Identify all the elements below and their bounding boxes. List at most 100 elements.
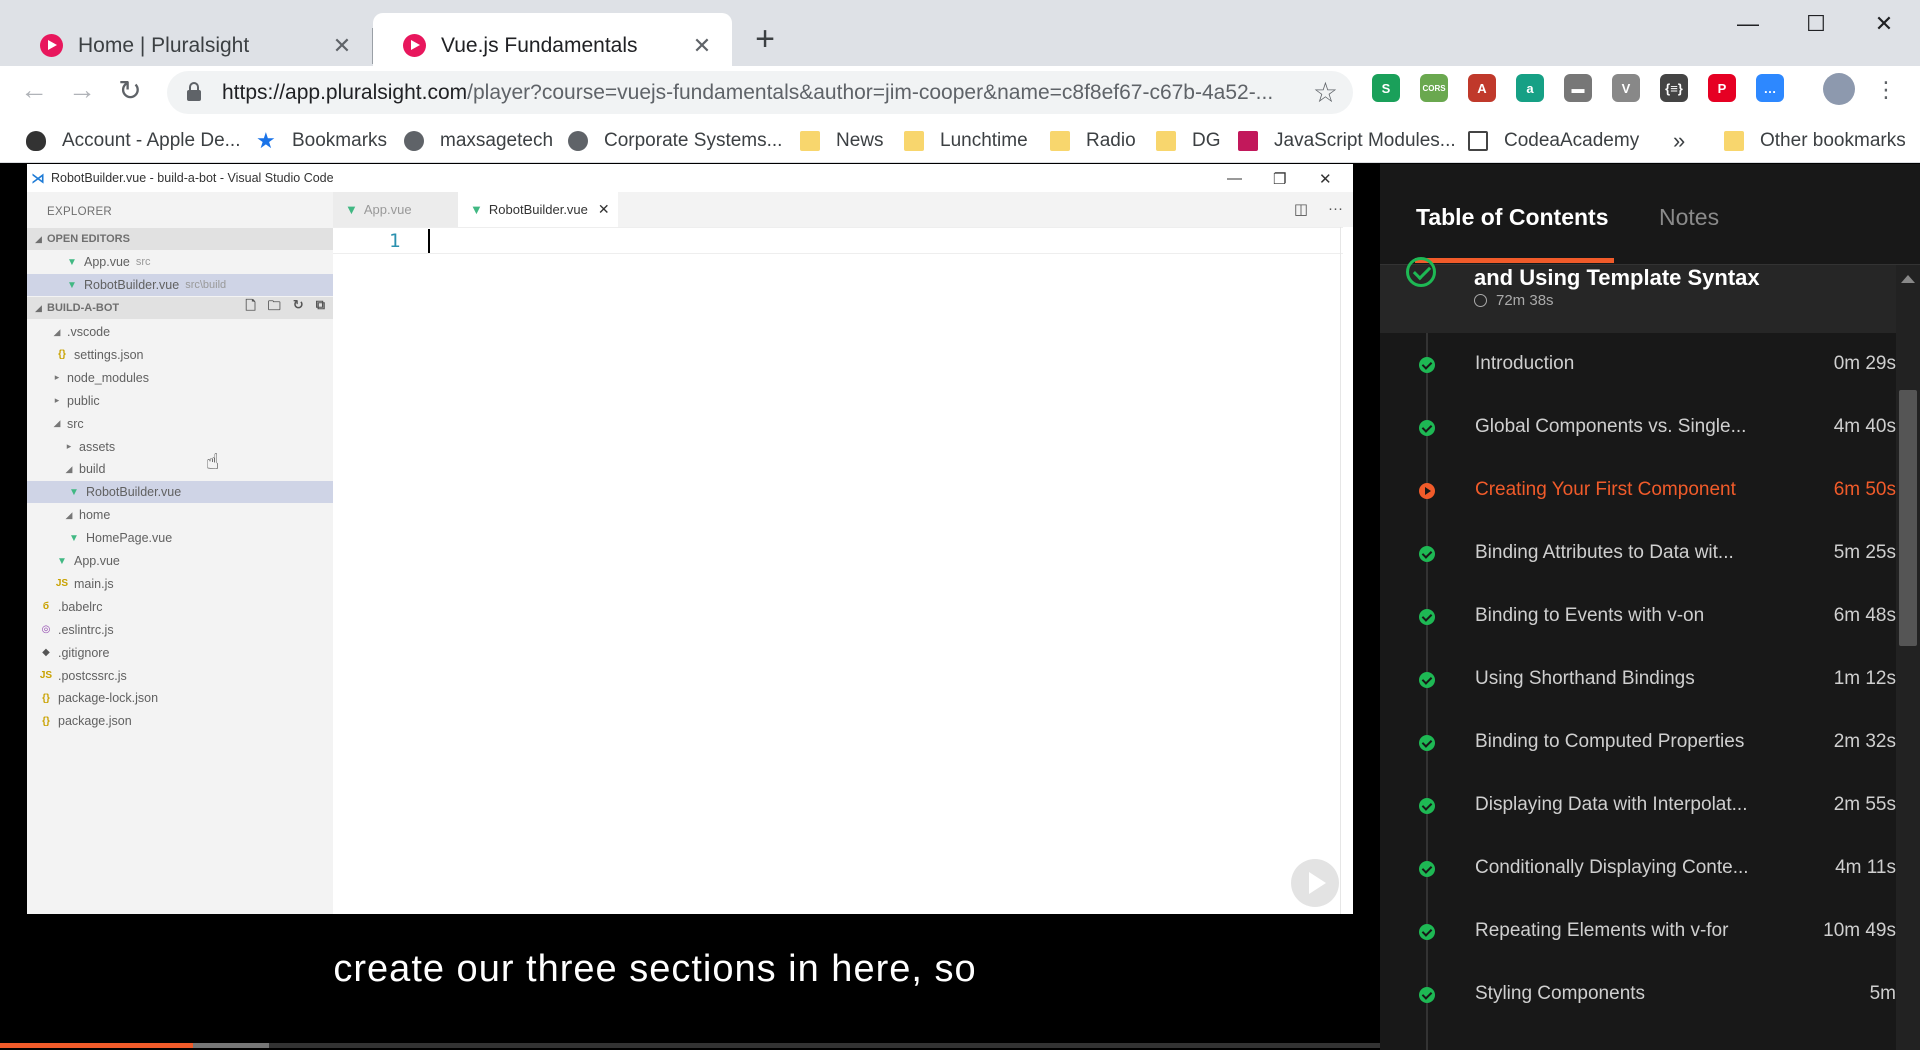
folder-icon [800,131,820,151]
bookmark-item[interactable]: Account - Apple De... [26,128,241,154]
url-text[interactable]: https://app.pluralsight.com/player?cours… [222,81,1302,105]
editor-actions: ◫ ··· [1294,200,1343,218]
tree-item-name: HomePage.vue [86,531,173,546]
scrivener-icon[interactable]: S [1372,74,1400,102]
bookmark-item[interactable]: Corporate Systems... [568,128,782,154]
editor-tab-label: App.vue [363,202,412,217]
reload-icon[interactable]: ↻ [110,70,150,110]
clip-complete-check-icon [1419,672,1435,688]
bookmark-item[interactable]: CodeaAcademy [1468,128,1639,154]
bookmark-item[interactable]: News [800,128,884,154]
vue-file-icon: ▼ [69,532,79,544]
bookmark-item[interactable]: Lunchtime [904,128,1028,154]
module-duration: 72m 38s [1474,292,1554,309]
bookmark-item[interactable]: DG [1156,128,1221,154]
back-arrow-icon[interactable]: ← [14,70,54,110]
url-host: https://app.pluralsight.com [222,80,468,104]
pluralsight-watermark-icon [1291,859,1339,907]
bookmark-label: Lunchtime [940,130,1028,151]
clip-complete-check-icon [1419,861,1435,877]
bookmark-label: Bookmarks [292,130,388,151]
bookmark-label: CodeaAcademy [1504,130,1640,151]
vue-devtools-icon[interactable]: V [1612,74,1640,102]
open-editor-name: App.vue [84,255,130,269]
clip-item[interactable]: Conditionally Displaying Conte... 4m 11s [1380,837,1904,900]
refresh-icon: ↻ [292,297,304,312]
split-editor-icon: ◫ [1293,201,1308,218]
bookmark-item[interactable]: ★ Bookmarks [256,128,387,154]
window-minimize-button[interactable]: — [1720,6,1776,42]
module-title: and Using Template Syntax [1474,265,1760,290]
video-progress-bar[interactable] [0,1043,1380,1048]
apple-icon [26,131,46,151]
clip-complete-check-icon [1419,735,1435,751]
clip-item[interactable]: Binding to Computed Properties 2m 32s [1380,711,1904,774]
sidebar-tabs: Table of Contents Notes [1380,164,1920,265]
pinterest-icon[interactable]: P [1708,74,1736,102]
cors-icon[interactable]: CORS [1420,74,1448,102]
scroll-up-arrow-icon[interactable] [1901,275,1915,283]
bookmark-item[interactable]: Radio [1050,128,1136,154]
scrollbar-thumb[interactable] [1899,390,1917,646]
messenger-icon[interactable]: … [1756,74,1784,102]
bookmarks-overflow-button[interactable]: » [1673,128,1685,154]
forward-arrow-icon[interactable]: → [62,70,102,110]
clip-duration: 10m 49s [1823,920,1896,941]
clip-item[interactable]: Binding to Events with v-on 6m 48s [1380,585,1904,648]
chrome-menu-icon[interactable]: ⋮ [1866,70,1906,110]
clip-duration: 6m 50s [1833,479,1896,500]
clip-item[interactable]: Displaying Data with Interpolat... 2m 55s [1380,774,1904,837]
new-file-icon: 🗋 [245,298,256,313]
profile-avatar[interactable] [1823,73,1855,105]
json-icon[interactable]: {≡} [1660,74,1688,102]
clip-title: Introduction [1475,353,1575,374]
vscode-logo-icon: ⋊ [31,170,45,186]
comment-icon[interactable]: ▬ [1564,74,1592,102]
bookmark-item[interactable]: JavaScript Modules... [1238,128,1456,154]
module-header[interactable]: and Using Template Syntax 72m 38s [1380,257,1920,333]
open-editors-label: OPEN EDITORS [47,233,130,245]
vue-file-icon: ▼ [345,202,358,217]
bookmark-label: JavaScript Modules... [1274,130,1456,151]
other-bookmarks[interactable]: Other bookmarks [1724,128,1906,154]
window-maximize-button[interactable]: ☐ [1788,6,1844,42]
tab-notes[interactable]: Notes [1659,204,1719,231]
window-close-button[interactable]: ✕ [1856,6,1912,42]
tree-file: ◆ .gitignore [27,642,333,664]
js-modules-icon [1238,131,1258,151]
a-icon[interactable]: a [1516,74,1544,102]
pdf-icon[interactable]: A [1468,74,1496,102]
clip-complete-check-icon [1419,546,1435,562]
clip-item[interactable]: Global Components vs. Single... 4m 40s [1380,396,1904,459]
tree-file: б .babelrc [27,596,333,618]
bookmark-star-icon[interactable]: ☆ [1313,76,1338,109]
clip-item[interactable]: Repeating Elements with v-for 10m 49s [1380,900,1904,963]
tab-label: Vue.js Fundamentals [441,33,638,57]
progress-played [0,1043,193,1048]
collapse-all-icon: ⧉ [315,297,325,312]
bookmark-item[interactable]: maxsagetech [404,128,553,154]
playing-indicator-icon [1419,483,1435,499]
sidebar-scrollbar[interactable] [1896,265,1920,1050]
clip-item[interactable]: Styling Components 5m [1380,963,1904,1026]
tree-item-name: settings.json [74,347,144,362]
course-sidebar: Table of Contents Notes and Using Templa… [1380,164,1920,1050]
tree-item-name: main.js [74,576,114,591]
new-tab-button[interactable]: + [750,20,780,59]
address-bar[interactable]: https://app.pluralsight.com/player?cours… [167,71,1353,114]
vscode-minimize-icon: — [1227,170,1242,187]
clip-complete-check-icon [1419,357,1435,373]
clip-duration: 5m 25s [1833,542,1896,563]
tab-table-of-contents[interactable]: Table of Contents [1416,204,1609,231]
tab-close-icon[interactable]: ✕ [690,33,714,59]
clip-item[interactable]: Introduction 0m 29s [1380,333,1904,396]
project-section: ◢ BUILD-A-BOT 🗋 🗀 ↻ ⧉ [27,297,333,319]
clip-duration: 2m 55s [1833,794,1896,815]
tab-close-icon[interactable]: ✕ [330,33,354,59]
clip-title: Displaying Data with Interpolat... [1475,794,1748,815]
folder-expanded-icon: ◢ [65,509,73,520]
clip-item[interactable]: Binding Attributes to Data wit... 5m 25s [1380,522,1904,585]
tree-folder: ◢ src [27,413,333,435]
clip-item[interactable]: Creating Your First Component 6m 50s [1380,459,1904,522]
clip-item[interactable]: Using Shorthand Bindings 1m 12s [1380,648,1904,711]
